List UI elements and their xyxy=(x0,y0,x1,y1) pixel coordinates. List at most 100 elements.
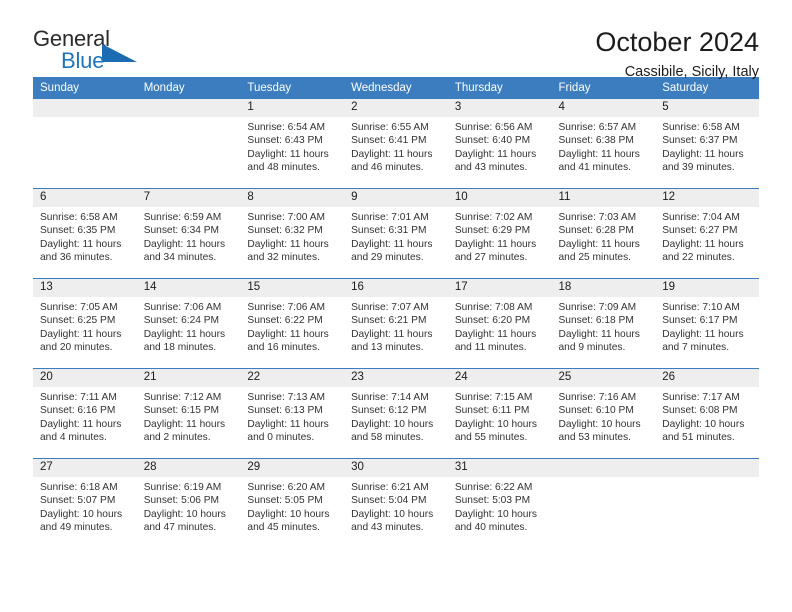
sunset-text: Sunset: 6:16 PM xyxy=(40,405,116,417)
daylight-text-line2: and 0 minutes. xyxy=(247,432,315,444)
daylight-text-line1: Daylight: 10 hours xyxy=(351,418,434,430)
day-number: 12 xyxy=(655,189,759,207)
daylight-text-line2: and 45 minutes. xyxy=(247,522,320,534)
daylight-text-line1: Daylight: 11 hours xyxy=(662,148,744,160)
calendar-day-cell[interactable]: 3 Sunrise: 6:56 AM Sunset: 6:40 PM Daylight… xyxy=(447,99,552,189)
daylight-text-line2: and 41 minutes. xyxy=(558,162,632,174)
calendar-day-cell[interactable]: 10 Sunrise: 7:02 AM Sunset: 6:29 PM Dayligh… xyxy=(447,188,552,279)
calendar-day-cell[interactable]: 16 Sunrise: 7:07 AM Sunset: 6:21 PM Dayligh… xyxy=(344,278,448,369)
calendar-day-cell[interactable]: 1 Sunrise: 6:54 AM Sunset: 6:43 PM Daylight… xyxy=(240,99,345,189)
calendar-day-cell[interactable]: 19 Sunrise: 7:10 AM Sunset: 6:17 PM Dayligh… xyxy=(655,278,759,369)
day-number: 29 xyxy=(240,459,345,477)
sunrise-text: Sunrise: 7:13 AM xyxy=(247,392,325,403)
daylight-text-line1: Daylight: 11 hours xyxy=(558,148,640,160)
calendar-day-cell-empty xyxy=(33,99,137,189)
calendar-day-cell[interactable]: 20 Sunrise: 7:11 AM Sunset: 6:16 PM Dayligh… xyxy=(33,368,137,459)
daylight-text-line1: Daylight: 11 hours xyxy=(454,238,537,250)
daylight-text-line1: Daylight: 11 hours xyxy=(454,148,537,160)
sunrise-text: Sunrise: 7:03 AM xyxy=(558,212,637,223)
calendar-day-cell[interactable]: 27 Sunrise: 6:18 AM Sunset: 5:07 PM Dayligh… xyxy=(33,458,137,548)
day-sun-info: Sunrise: 6:57 AM Sunset: 6:38 PM Daylight:… xyxy=(552,117,656,175)
daylight-text-line1: Daylight: 11 hours xyxy=(40,328,122,340)
calendar-day-cell[interactable]: 25 Sunrise: 7:16 AM Sunset: 6:10 PM Dayligh… xyxy=(551,368,656,459)
day-sun-info: Sunrise: 7:08 AM Sunset: 6:20 PM Daylight:… xyxy=(448,297,552,355)
calendar-day-cell[interactable]: 23 Sunrise: 7:14 AM Sunset: 6:12 PM Dayligh… xyxy=(344,368,448,459)
calendar-day-cell[interactable]: 29 Sunrise: 6:20 AM Sunset: 5:05 PM Dayligh… xyxy=(240,458,345,548)
day-number: 2 xyxy=(344,99,448,117)
day-number: 18 xyxy=(551,279,656,297)
sunrise-text: Sunrise: 7:05 AM xyxy=(40,302,118,313)
calendar-week-row: 20 Sunrise: 7:11 AM Sunset: 6:16 PM Dayligh… xyxy=(33,368,759,459)
day-sun-info: Sunrise: 6:19 AM Sunset: 5:06 PM Daylight:… xyxy=(137,477,241,535)
calendar-week-row: 6 Sunrise: 6:58 AM Sunset: 6:35 PM Daylight… xyxy=(33,188,759,279)
sunset-text: Sunset: 6:34 PM xyxy=(143,225,220,237)
daylight-text-line2: and 27 minutes. xyxy=(454,252,528,264)
day-number: 31 xyxy=(447,459,552,477)
calendar-day-cell[interactable]: 14 Sunrise: 7:06 AM Sunset: 6:24 PM Dayligh… xyxy=(136,278,241,369)
calendar-day-cell[interactable]: 17 Sunrise: 7:08 AM Sunset: 6:20 PM Dayligh… xyxy=(447,278,552,369)
day-sun-info: Sunrise: 7:01 AM Sunset: 6:31 PM Daylight:… xyxy=(344,207,448,265)
location-subtitle: Cassibile, Sicily, Italy xyxy=(624,64,759,81)
general-blue-logo[interactable]: General Blue xyxy=(33,28,153,76)
calendar-day-cell[interactable]: 28 Sunrise: 6:19 AM Sunset: 5:06 PM Dayligh… xyxy=(136,458,241,548)
calendar-day-cell[interactable]: 8 Sunrise: 7:00 AM Sunset: 6:32 PM Daylight… xyxy=(240,188,345,279)
day-sun-info: Sunrise: 7:14 AM Sunset: 6:12 PM Daylight:… xyxy=(344,387,448,445)
sunset-text: Sunset: 5:03 PM xyxy=(454,495,531,507)
calendar-day-cell[interactable]: 4 Sunrise: 6:57 AM Sunset: 6:38 PM Daylight… xyxy=(551,99,656,189)
day-number: 23 xyxy=(344,369,448,387)
calendar-day-cell[interactable]: 6 Sunrise: 6:58 AM Sunset: 6:35 PM Daylight… xyxy=(33,188,137,279)
daylight-text-line2: and 16 minutes. xyxy=(247,342,320,354)
calendar-day-cell[interactable]: 7 Sunrise: 6:59 AM Sunset: 6:34 PM Daylight… xyxy=(136,188,241,279)
logo-text-blue: Blue xyxy=(61,48,105,73)
daylight-text-line1: Daylight: 11 hours xyxy=(247,238,329,250)
day-sun-info: Sunrise: 6:58 AM Sunset: 6:35 PM Daylight:… xyxy=(33,207,137,265)
calendar-page: General Blue October 2024 Cassibile, Sic… xyxy=(0,0,792,612)
sunset-text: Sunset: 6:24 PM xyxy=(143,315,220,327)
calendar-day-cell[interactable]: 18 Sunrise: 7:09 AM Sunset: 6:18 PM Dayligh… xyxy=(551,278,656,369)
sunset-text: Sunset: 6:32 PM xyxy=(247,225,323,237)
sunrise-text: Sunrise: 6:57 AM xyxy=(558,122,637,133)
calendar-day-cell[interactable]: 2 Sunrise: 6:55 AM Sunset: 6:41 PM Daylight… xyxy=(344,99,448,189)
calendar-day-cell[interactable]: 11 Sunrise: 7:03 AM Sunset: 6:28 PM Dayligh… xyxy=(551,188,656,279)
logo-triangle-icon xyxy=(102,44,137,62)
day-number: 3 xyxy=(447,99,552,117)
calendar-day-cell[interactable]: 30 Sunrise: 6:21 AM Sunset: 5:04 PM Dayligh… xyxy=(344,458,448,548)
calendar-day-cell[interactable]: 24 Sunrise: 7:15 AM Sunset: 6:11 PM Dayligh… xyxy=(447,368,552,459)
daylight-text-line2: and 53 minutes. xyxy=(558,432,632,444)
daylight-text-line1: Daylight: 10 hours xyxy=(40,508,123,520)
sunrise-text: Sunrise: 6:55 AM xyxy=(351,122,429,133)
daylight-text-line2: and 4 minutes. xyxy=(40,432,107,444)
day-number: 22 xyxy=(240,369,345,387)
daylight-text-line2: and 49 minutes. xyxy=(40,522,113,534)
calendar-day-cell-empty xyxy=(551,458,656,548)
daylight-text-line2: and 32 minutes. xyxy=(247,252,320,264)
weekday-header-monday: Monday xyxy=(136,77,241,99)
calendar-day-cell[interactable]: 21 Sunrise: 7:12 AM Sunset: 6:15 PM Dayligh… xyxy=(136,368,241,459)
daylight-text-line1: Daylight: 11 hours xyxy=(247,328,329,340)
daylight-text-line1: Daylight: 11 hours xyxy=(40,418,122,430)
sunset-text: Sunset: 5:06 PM xyxy=(143,495,220,507)
daylight-text-line1: Daylight: 10 hours xyxy=(247,508,330,520)
daylight-text-line2: and 18 minutes. xyxy=(143,342,217,354)
daylight-text-line1: Daylight: 11 hours xyxy=(143,238,226,250)
calendar-day-cell[interactable]: 12 Sunrise: 7:04 AM Sunset: 6:27 PM Dayligh… xyxy=(655,188,759,279)
day-number: 9 xyxy=(344,189,448,207)
calendar-day-cell[interactable]: 13 Sunrise: 7:05 AM Sunset: 6:25 PM Dayligh… xyxy=(33,278,137,369)
calendar-day-cell[interactable]: 15 Sunrise: 7:06 AM Sunset: 6:22 PM Dayligh… xyxy=(240,278,345,369)
sunrise-text: Sunrise: 7:14 AM xyxy=(351,392,429,403)
calendar-day-cell[interactable]: 5 Sunrise: 6:58 AM Sunset: 6:37 PM Daylight… xyxy=(655,99,759,189)
daylight-text-line2: and 47 minutes. xyxy=(143,522,217,534)
calendar-day-cell[interactable]: 31 Sunrise: 6:22 AM Sunset: 5:03 PM Dayligh… xyxy=(447,458,552,548)
sunset-text: Sunset: 6:17 PM xyxy=(662,315,738,327)
day-sun-info: Sunrise: 6:56 AM Sunset: 6:40 PM Daylight:… xyxy=(448,117,552,175)
calendar-day-cell[interactable]: 26 Sunrise: 7:17 AM Sunset: 6:08 PM Dayligh… xyxy=(655,368,759,459)
calendar-day-cell[interactable]: 22 Sunrise: 7:13 AM Sunset: 6:13 PM Dayligh… xyxy=(240,368,345,459)
day-sun-info: Sunrise: 6:20 AM Sunset: 5:05 PM Daylight:… xyxy=(240,477,344,535)
daylight-text-line2: and 22 minutes. xyxy=(662,252,735,264)
day-sun-info: Sunrise: 6:22 AM Sunset: 5:03 PM Daylight:… xyxy=(448,477,552,535)
sunrise-text: Sunrise: 6:54 AM xyxy=(247,122,325,133)
calendar-day-cell[interactable]: 9 Sunrise: 7:01 AM Sunset: 6:31 PM Daylight… xyxy=(344,188,448,279)
sunrise-text: Sunrise: 7:07 AM xyxy=(351,302,429,313)
daylight-text-line2: and 39 minutes. xyxy=(662,162,735,174)
daylight-text-line1: Daylight: 11 hours xyxy=(558,238,640,250)
